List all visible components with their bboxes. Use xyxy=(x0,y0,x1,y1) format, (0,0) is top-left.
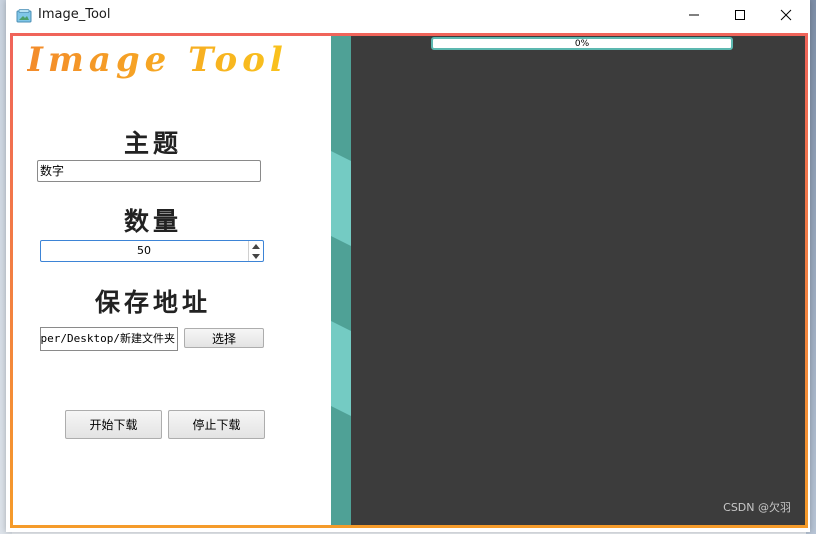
app-window-icon xyxy=(16,8,32,23)
minimize-icon xyxy=(689,14,699,16)
watermark-text: CSDN @欠羽 xyxy=(723,501,791,514)
app-client-area: Image Tool 主题 数字 数量 50 保存地址 per/Desktop/… xyxy=(10,33,808,528)
stepper-down-button[interactable] xyxy=(249,251,263,261)
quantity-stepper[interactable] xyxy=(248,241,263,261)
title-bar[interactable]: Image_Tool xyxy=(6,0,810,32)
topic-heading: 主题 xyxy=(123,129,182,158)
app-logo: Image Tool xyxy=(27,40,288,80)
panel-separator xyxy=(331,36,351,525)
caret-up-icon xyxy=(252,243,260,249)
maximize-button[interactable] xyxy=(717,0,763,30)
start-download-button[interactable]: 开始下载 xyxy=(65,410,162,439)
quantity-value[interactable]: 50 xyxy=(41,241,247,261)
download-progress-bar: 0% xyxy=(431,37,733,50)
choose-folder-button[interactable]: 选择 xyxy=(184,328,264,348)
app-window: Image_Tool Image Tool 主题 数字 数量 50 保存地址 p… xyxy=(6,0,810,532)
image-preview-panel: 0% CSDN @欠羽 xyxy=(351,36,805,525)
close-icon xyxy=(780,9,792,21)
quantity-spinbox[interactable]: 50 xyxy=(40,240,264,262)
settings-panel: Image Tool 主题 数字 数量 50 保存地址 per/Desktop/… xyxy=(13,36,331,525)
quantity-heading: 数量 xyxy=(123,207,182,236)
window-title: Image_Tool xyxy=(38,7,111,22)
stop-download-button[interactable]: 停止下载 xyxy=(168,410,265,439)
close-button[interactable] xyxy=(763,0,809,30)
topic-input[interactable]: 数字 xyxy=(37,160,261,182)
stepper-up-button[interactable] xyxy=(249,241,263,251)
caret-down-icon xyxy=(252,253,260,259)
minimize-button[interactable] xyxy=(671,0,717,30)
maximize-icon xyxy=(735,10,745,20)
progress-label: 0% xyxy=(574,39,590,49)
save-path-input[interactable]: per/Desktop/新建文件夹 xyxy=(40,327,178,351)
separator-chevron-pattern xyxy=(331,151,351,416)
save-path-heading: 保存地址 xyxy=(94,288,211,317)
